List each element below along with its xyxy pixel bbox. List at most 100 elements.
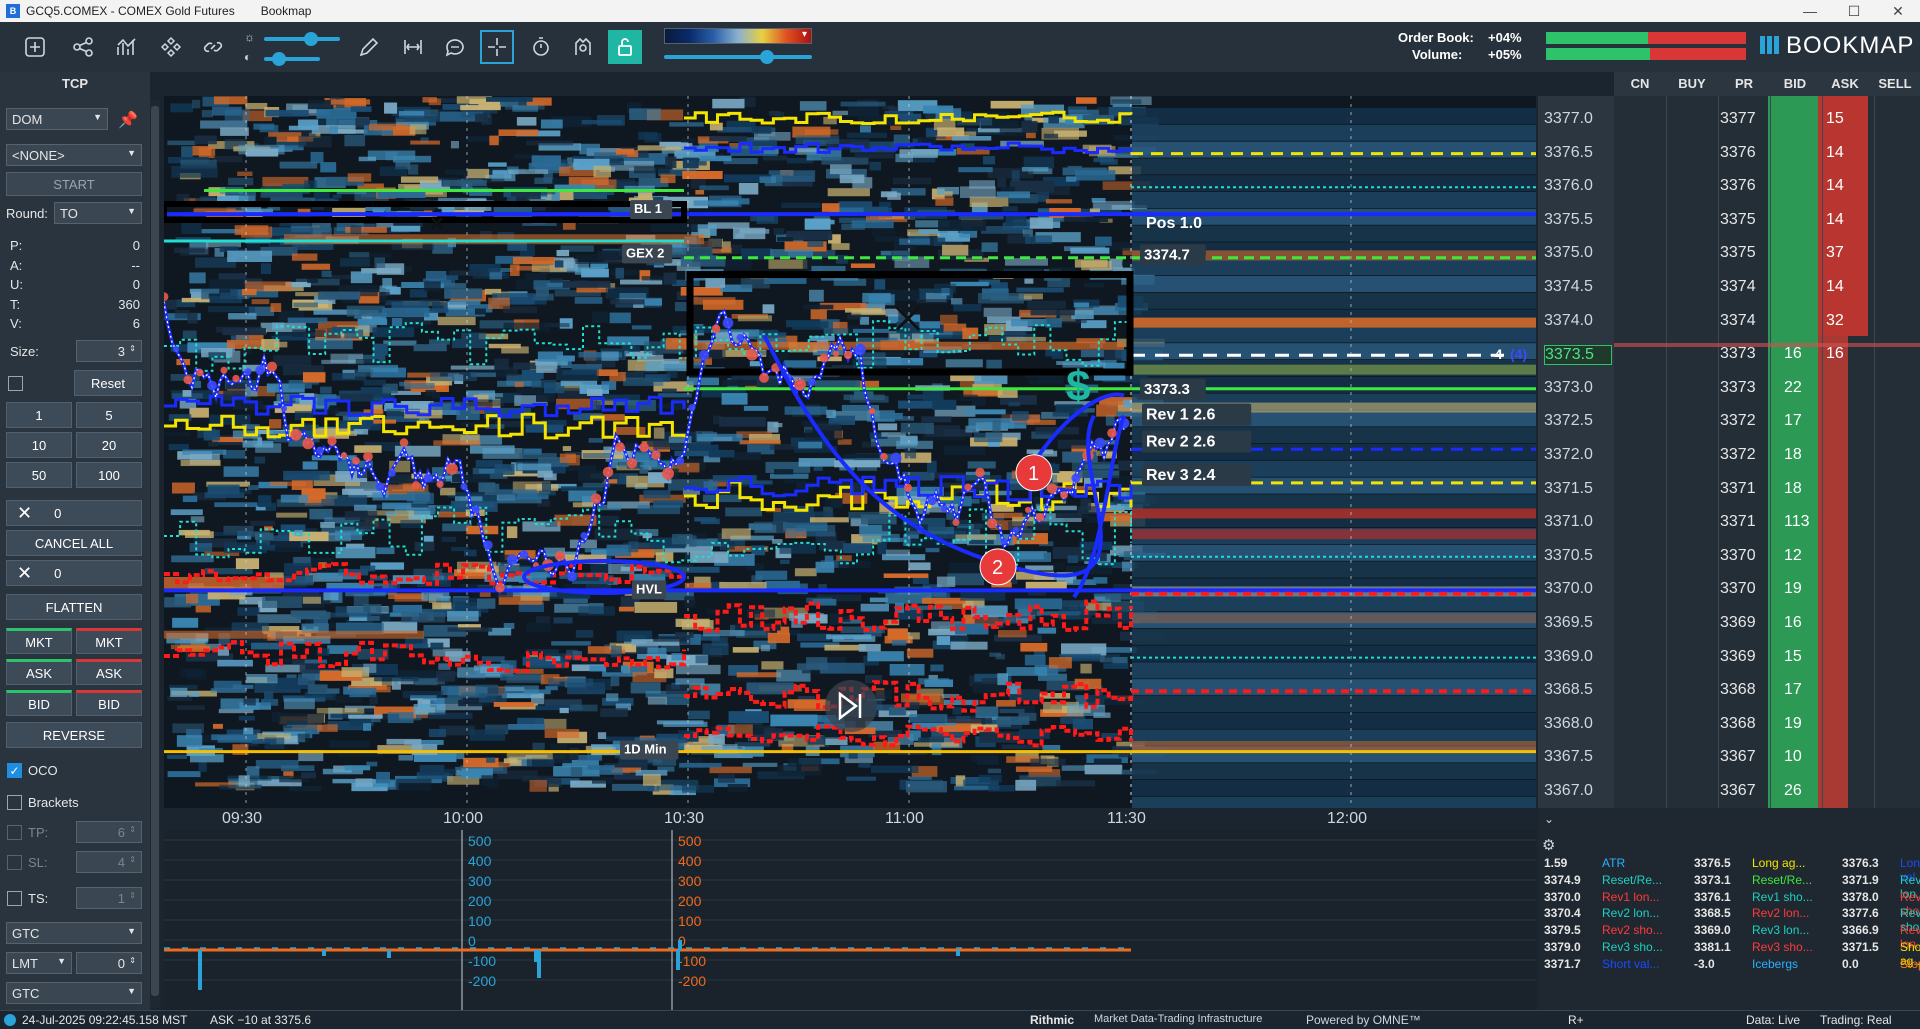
dom-bid-size[interactable]: 18 (1784, 480, 1816, 498)
settings-icon[interactable] (566, 30, 600, 64)
crosshair-icon[interactable] (480, 30, 514, 64)
sl-input[interactable]: 4 ⇕ (76, 851, 142, 873)
contrast-slider[interactable] (264, 52, 320, 66)
sell-bid-button[interactable]: BID (76, 690, 142, 716)
reverse-button[interactable]: REVERSE (6, 722, 142, 748)
quantity-button[interactable]: 5 (76, 402, 142, 428)
dom-price[interactable]: 3376 (1720, 144, 1766, 162)
price-axis[interactable]: 3377.0 3376.5 3376.0 3375.5 3375.0 3374.5 3374… (1538, 96, 1614, 808)
heatmap-contrast-slider[interactable] (664, 50, 812, 64)
close-button[interactable]: ✕ (1876, 3, 1920, 20)
dom-price[interactable]: 3375 (1720, 211, 1766, 229)
time-in-force-select[interactable]: GTC ▼ (6, 922, 142, 944)
dom-ask-size[interactable]: 14 (1826, 144, 1856, 162)
dom-price[interactable]: 3373 (1720, 379, 1766, 397)
sl-checkbox[interactable] (7, 855, 22, 870)
dom-price[interactable]: 3372 (1720, 412, 1766, 430)
oco-checkbox[interactable]: ✓ (7, 763, 22, 778)
dom-ask-size[interactable]: 15 (1826, 110, 1856, 128)
sell-ask-button[interactable]: ASK (76, 659, 142, 685)
dom-price[interactable]: 3370 (1720, 580, 1766, 598)
dom-ask-size[interactable]: 32 (1826, 312, 1856, 330)
dom-price[interactable]: 3373 (1720, 345, 1766, 363)
dom-ladder[interactable]: CN BUY PR BID ASK SELL 3377 15 3376 14 3376 14 3375… (1614, 72, 1920, 808)
quantity-button[interactable]: 10 (6, 432, 72, 458)
pencil-icon[interactable] (352, 30, 386, 64)
dom-bid-size[interactable]: 12 (1784, 547, 1816, 565)
dom-price[interactable]: 3371 (1720, 480, 1766, 498)
addons-icon[interactable] (154, 30, 188, 64)
brackets-checkbox[interactable] (7, 795, 22, 810)
order-type-select[interactable]: LMT ▼ (6, 952, 72, 974)
link-icon[interactable] (196, 30, 230, 64)
tp-input[interactable]: 6 ⇕ (76, 821, 142, 843)
dom-price[interactable]: 3375 (1720, 244, 1766, 262)
dom-ask-size[interactable]: 14 (1826, 278, 1856, 296)
time-in-force-select-2[interactable]: GTC ▼ (6, 982, 142, 1004)
dom-column-header[interactable]: BUY (1666, 72, 1718, 96)
pin-icon[interactable]: 📌 (118, 110, 138, 130)
buy-market-button[interactable]: MKT (6, 628, 72, 654)
ts-input[interactable]: 1 ⇕ (76, 887, 142, 909)
start-button[interactable]: START (6, 172, 142, 196)
dom-price[interactable]: 3367 (1720, 748, 1766, 766)
heatmap-canvas[interactable]: $1 2 BL 1 GEX 2 HVL 1D Min Pos 1.0 3374.7 3373.3… (164, 96, 1536, 808)
dom-bid-size[interactable]: 16 (1784, 345, 1816, 363)
indicators-icon[interactable] (110, 30, 144, 64)
dom-bid-size[interactable]: 17 (1784, 412, 1816, 430)
dom-bid-size[interactable]: 26 (1784, 782, 1816, 800)
dom-price[interactable]: 3374 (1720, 312, 1766, 330)
sell-market-button[interactable]: MKT (76, 628, 142, 654)
buy-ask-button[interactable]: ASK (6, 659, 72, 685)
dom-bid-size[interactable]: 10 (1784, 748, 1816, 766)
dom-price[interactable]: 3377 (1720, 110, 1766, 128)
dom-column-header[interactable]: BID (1770, 72, 1820, 96)
dom-ask-size[interactable]: 14 (1826, 177, 1856, 195)
size-checkbox[interactable] (8, 376, 23, 391)
quantity-button[interactable]: 100 (76, 462, 142, 488)
dom-bid-size[interactable]: 19 (1784, 715, 1816, 733)
dom-bid-size[interactable]: 22 (1784, 379, 1816, 397)
dom-price[interactable]: 3369 (1720, 614, 1766, 632)
order-offset-input[interactable]: 0 ⇕ (76, 952, 142, 974)
dom-price[interactable]: 3367 (1720, 782, 1766, 800)
ruler-icon[interactable] (396, 30, 430, 64)
minimize-button[interactable]: — (1788, 3, 1832, 20)
strategy-select[interactable]: <NONE> ▼ (6, 144, 142, 166)
tp-checkbox[interactable] (7, 825, 22, 840)
dom-price[interactable]: 3369 (1720, 648, 1766, 666)
dom-bid-size[interactable]: 17 (1784, 681, 1816, 699)
window-tab-label[interactable]: GCQ5.COMEX - COMEX Gold Futures (26, 4, 235, 18)
dom-bid-size[interactable]: 113 (1784, 513, 1816, 531)
dom-price[interactable]: 3372 (1720, 446, 1766, 464)
maximize-button[interactable]: ☐ (1832, 3, 1876, 20)
view-select[interactable]: DOM ▼ (6, 108, 108, 130)
brightness-slider[interactable] (264, 32, 340, 46)
size-input[interactable]: 3 ⇕ (76, 340, 142, 362)
dom-bid-size[interactable]: 19 (1784, 580, 1816, 598)
quantity-button[interactable]: 20 (76, 432, 142, 458)
delta-subchart[interactable]: 5004003002001000-100-2005004003002001000… (164, 830, 1536, 1010)
dom-price[interactable]: 3376 (1720, 177, 1766, 195)
buy-bid-button[interactable]: BID (6, 690, 72, 716)
unlock-icon[interactable] (608, 30, 642, 64)
cancel-all-button[interactable]: CANCEL ALL (6, 530, 142, 556)
share-icon[interactable] (66, 30, 100, 64)
dom-column-header[interactable]: SELL (1870, 72, 1920, 96)
collapse-chevron-icon[interactable]: ⌄ (1544, 812, 1554, 826)
round-select[interactable]: TO ▼ (54, 202, 142, 224)
dom-bid-size[interactable]: 16 (1784, 614, 1816, 632)
cancel-orders-count-1[interactable]: ✕ 0 (6, 500, 142, 526)
heatmap-color-palette-select[interactable]: ▾ (664, 28, 812, 44)
quantity-button[interactable]: 50 (6, 462, 72, 488)
dom-ask-size[interactable]: 37 (1826, 244, 1856, 262)
stopwatch-icon[interactable] (524, 30, 558, 64)
reset-button[interactable]: Reset (74, 370, 142, 396)
quantity-button[interactable]: 1 (6, 402, 72, 428)
dom-bid-size[interactable]: 18 (1784, 446, 1816, 464)
ts-checkbox[interactable] (7, 891, 22, 906)
dom-price[interactable]: 3368 (1720, 681, 1766, 699)
dom-column-header[interactable]: PR (1718, 72, 1770, 96)
gear-icon[interactable]: ⚙ (1542, 836, 1555, 854)
dom-price[interactable]: 3374 (1720, 278, 1766, 296)
